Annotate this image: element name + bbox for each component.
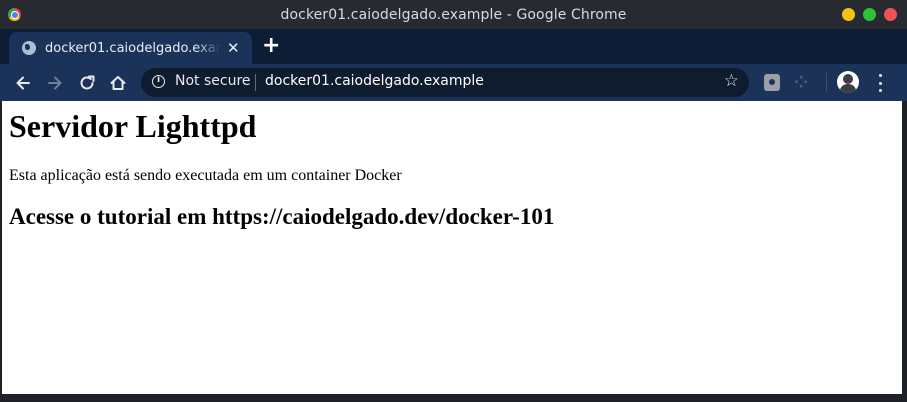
page-viewport: Servidor Lighttpd Esta aplicação está se… bbox=[2, 101, 902, 394]
maximize-button[interactable] bbox=[863, 8, 876, 21]
browser-toolbar: Not secure docker01.caiodelgado.example … bbox=[0, 64, 907, 101]
page-paragraph: Esta aplicação está sendo executada em u… bbox=[9, 167, 402, 184]
menu-dot bbox=[878, 81, 882, 85]
page-subheading: Acesse o tutorial em https://caiodelgado… bbox=[9, 204, 555, 229]
forward-button[interactable] bbox=[45, 73, 65, 93]
reload-button[interactable] bbox=[77, 73, 97, 93]
bookmark-star-icon[interactable]: ☆ bbox=[724, 71, 739, 91]
tab-close-button[interactable]: ✕ bbox=[227, 40, 240, 56]
back-button[interactable] bbox=[13, 73, 33, 93]
omnibox-divider bbox=[255, 74, 256, 91]
globe-icon bbox=[22, 41, 36, 55]
window-controls bbox=[842, 8, 897, 21]
security-status[interactable]: Not secure bbox=[175, 73, 251, 89]
browser-tab[interactable]: docker01.caiodelgado.example ✕ bbox=[9, 32, 252, 64]
tab-strip: docker01.caiodelgado.example ✕ + bbox=[0, 29, 907, 64]
tab-title: docker01.caiodelgado.example bbox=[45, 40, 221, 56]
page-heading: Servidor Lighttpd bbox=[9, 108, 257, 144]
home-button[interactable] bbox=[108, 73, 128, 93]
toolbar-divider bbox=[826, 73, 827, 92]
address-bar[interactable]: Not secure docker01.caiodelgado.example … bbox=[141, 68, 749, 97]
menu-kebab-icon[interactable] bbox=[878, 74, 882, 92]
url-text[interactable]: docker01.caiodelgado.example bbox=[265, 73, 484, 89]
info-icon[interactable] bbox=[152, 75, 165, 88]
profile-avatar[interactable] bbox=[837, 71, 859, 93]
minimize-button[interactable] bbox=[842, 8, 855, 21]
extension-puzzle-icon[interactable]: ⁘ bbox=[794, 73, 808, 93]
window-title: docker01.caiodelgado.example - Google Ch… bbox=[280, 6, 627, 23]
menu-dot bbox=[878, 74, 882, 77]
new-tab-button[interactable]: + bbox=[262, 35, 280, 57]
extension-icon[interactable] bbox=[764, 74, 780, 91]
close-window-button[interactable] bbox=[884, 8, 897, 21]
window-titlebar: docker01.caiodelgado.example - Google Ch… bbox=[0, 0, 907, 29]
menu-dot bbox=[878, 89, 882, 92]
chrome-logo-icon bbox=[8, 8, 21, 21]
